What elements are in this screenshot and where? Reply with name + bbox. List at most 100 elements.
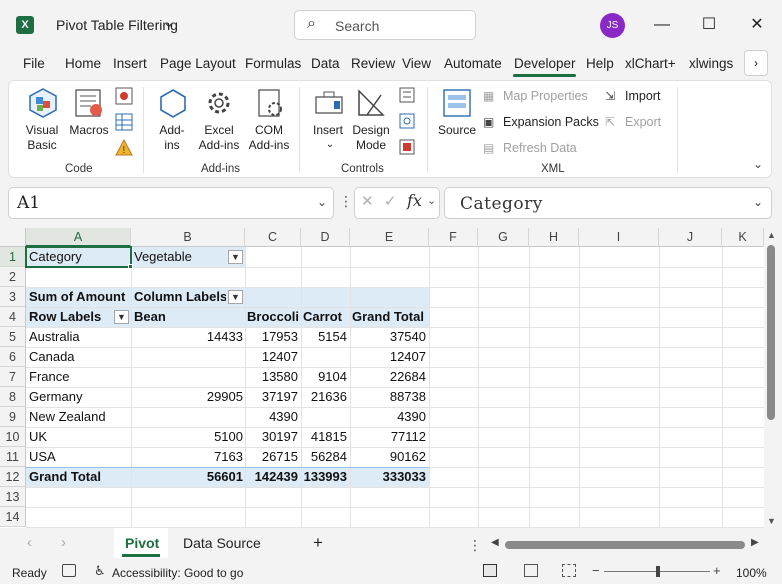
menu-data[interactable]: Data xyxy=(311,56,340,71)
row-header[interactable]: 13 xyxy=(0,487,26,507)
column-header-i[interactable]: I xyxy=(579,228,659,247)
grand-total-cell[interactable]: 142439 xyxy=(245,467,298,487)
properties-icon[interactable] xyxy=(399,87,415,103)
name-box[interactable]: A1 ⌄ xyxy=(8,187,334,219)
column-header-d[interactable]: D xyxy=(301,228,350,247)
grand-total-cell[interactable]: 56601 xyxy=(131,467,243,487)
menu-formulas[interactable]: Formulas xyxy=(245,56,301,71)
pivot-value-cell[interactable] xyxy=(301,347,347,367)
pivot-value-cell[interactable]: 13580 xyxy=(245,367,298,387)
map-properties-button[interactable]: Map Properties xyxy=(503,89,588,103)
row-header[interactable]: 10 xyxy=(0,427,26,447)
row-header[interactable]: 14 xyxy=(0,507,26,527)
row-header[interactable]: 6 xyxy=(0,347,26,367)
pivot-value-cell[interactable]: 88738 xyxy=(350,387,426,407)
grand-total-cell[interactable]: 133993 xyxy=(301,467,347,487)
filter-field-value[interactable]: Vegetable xyxy=(134,247,224,267)
scroll-right-icon[interactable]: ▶ xyxy=(751,537,759,548)
xml-source-button[interactable]: Source xyxy=(435,123,479,138)
menu-xlchart[interactable]: xlChart+ xyxy=(625,56,676,71)
pivot-value-cell[interactable]: 77112 xyxy=(350,427,426,447)
export-button[interactable]: Export xyxy=(625,115,661,129)
pivot-value-cell[interactable]: 22684 xyxy=(350,367,426,387)
grand-total-cell[interactable]: 333033 xyxy=(350,467,426,487)
pivot-value-cell[interactable]: 29905 xyxy=(131,387,243,407)
formula-input[interactable]: Category ⌄ xyxy=(444,187,772,219)
row-header[interactable]: 9 xyxy=(0,407,26,427)
tab-pivot[interactable]: Pivot xyxy=(125,535,159,551)
page-layout-view-icon[interactable] xyxy=(524,564,538,577)
grand-total-label[interactable]: Grand Total xyxy=(29,467,129,487)
macros-button[interactable]: Macros xyxy=(65,123,113,138)
pivot-value-cell[interactable] xyxy=(131,407,243,427)
pivot-value-cell[interactable]: 4390 xyxy=(245,407,298,427)
pivot-value-cell[interactable]: 9104 xyxy=(301,367,347,387)
pivot-value-cell[interactable]: 12407 xyxy=(350,347,426,367)
pivot-column-header[interactable]: Bean xyxy=(134,307,242,327)
menu-file[interactable]: File xyxy=(23,56,45,71)
zoom-out-icon[interactable]: − xyxy=(592,563,600,578)
pivot-row-label[interactable]: New Zealand xyxy=(29,407,129,427)
macro-security-icon[interactable]: ! xyxy=(115,139,133,157)
pivot-column-header[interactable]: Carrot xyxy=(303,307,350,327)
chevron-right-icon[interactable]: › xyxy=(744,50,768,76)
avatar[interactable]: JS xyxy=(600,13,625,38)
column-header-k[interactable]: K xyxy=(722,228,764,247)
column-header-a[interactable]: A xyxy=(26,228,131,247)
filter-dropdown-icon[interactable]: ▼ xyxy=(228,250,243,264)
run-dialog-icon[interactable] xyxy=(399,139,415,155)
pivot-value-cell[interactable] xyxy=(131,347,243,367)
excel-addins-button[interactable]: Excel Add-ins xyxy=(195,123,243,153)
row-header[interactable]: 7 xyxy=(0,367,26,387)
normal-view-icon[interactable] xyxy=(483,564,497,577)
pivot-row-label[interactable]: Australia xyxy=(29,327,129,347)
minimize-button[interactable]: — xyxy=(647,12,677,38)
horizontal-scroll-thumb[interactable] xyxy=(505,541,745,549)
row-header[interactable]: 5 xyxy=(0,327,26,347)
prev-sheet-icon[interactable]: ‹ xyxy=(27,534,32,551)
row-header[interactable]: 11 xyxy=(0,447,26,467)
zoom-in-icon[interactable]: + xyxy=(713,563,721,578)
menu-home[interactable]: Home xyxy=(65,56,101,71)
filter-field-label[interactable]: Category xyxy=(29,247,129,267)
pivot-value-cell[interactable]: 26715 xyxy=(245,447,298,467)
accessibility-status[interactable]: Accessibility: Good to go xyxy=(112,566,243,580)
column-header-f[interactable]: F xyxy=(429,228,478,247)
refresh-data-button[interactable]: Refresh Data xyxy=(503,141,577,155)
pivot-column-header[interactable]: Grand Total xyxy=(352,307,428,327)
pivot-value-cell[interactable]: 4390 xyxy=(350,407,426,427)
tab-data-source[interactable]: Data Source xyxy=(183,535,261,551)
zoom-level[interactable]: 100% xyxy=(736,566,767,580)
pivot-value-cell[interactable]: 41815 xyxy=(301,427,347,447)
pivot-row-label[interactable]: Germany xyxy=(29,387,129,407)
column-header-g[interactable]: G xyxy=(478,228,529,247)
row-labels-header[interactable]: Row Labels xyxy=(29,307,111,327)
column-header-c[interactable]: C xyxy=(245,228,301,247)
document-title[interactable]: Pivot Table Filtering xyxy=(56,17,178,33)
row-header[interactable]: 2 xyxy=(0,267,26,287)
menu-review[interactable]: Review xyxy=(351,56,395,71)
next-sheet-icon[interactable]: › xyxy=(61,534,66,551)
addins-button[interactable]: Add-ins xyxy=(153,123,191,153)
pivot-column-header[interactable]: Broccoli xyxy=(247,307,301,327)
cancel-icon[interactable]: ✕ xyxy=(361,192,374,210)
row-header[interactable]: 1 xyxy=(0,247,26,267)
macro-recording-icon[interactable] xyxy=(62,564,76,577)
pivot-value-cell[interactable]: 14433 xyxy=(131,327,243,347)
scroll-down-icon[interactable]: ▼ xyxy=(767,516,776,526)
menu-developer[interactable]: Developer xyxy=(514,56,576,71)
relative-references-icon[interactable] xyxy=(115,113,133,131)
expansion-packs-button[interactable]: Expansion Packs xyxy=(503,115,599,129)
more-options-icon[interactable]: ⋮ xyxy=(468,537,482,554)
menu-automate[interactable]: Automate xyxy=(444,56,502,71)
sum-of-amount-label[interactable]: Sum of Amount xyxy=(29,287,131,307)
column-header-b[interactable]: B xyxy=(131,228,245,247)
row-header[interactable]: 3 xyxy=(0,287,26,307)
search-box[interactable]: ⌕ Search xyxy=(294,10,476,40)
scroll-left-icon[interactable]: ◀ xyxy=(491,537,499,548)
com-addins-button[interactable]: COM Add-ins xyxy=(243,123,295,153)
add-sheet-button[interactable]: + xyxy=(313,533,323,553)
zoom-slider-thumb[interactable] xyxy=(656,566,660,577)
column-header-h[interactable]: H xyxy=(529,228,579,247)
row-header[interactable]: 8 xyxy=(0,387,26,407)
